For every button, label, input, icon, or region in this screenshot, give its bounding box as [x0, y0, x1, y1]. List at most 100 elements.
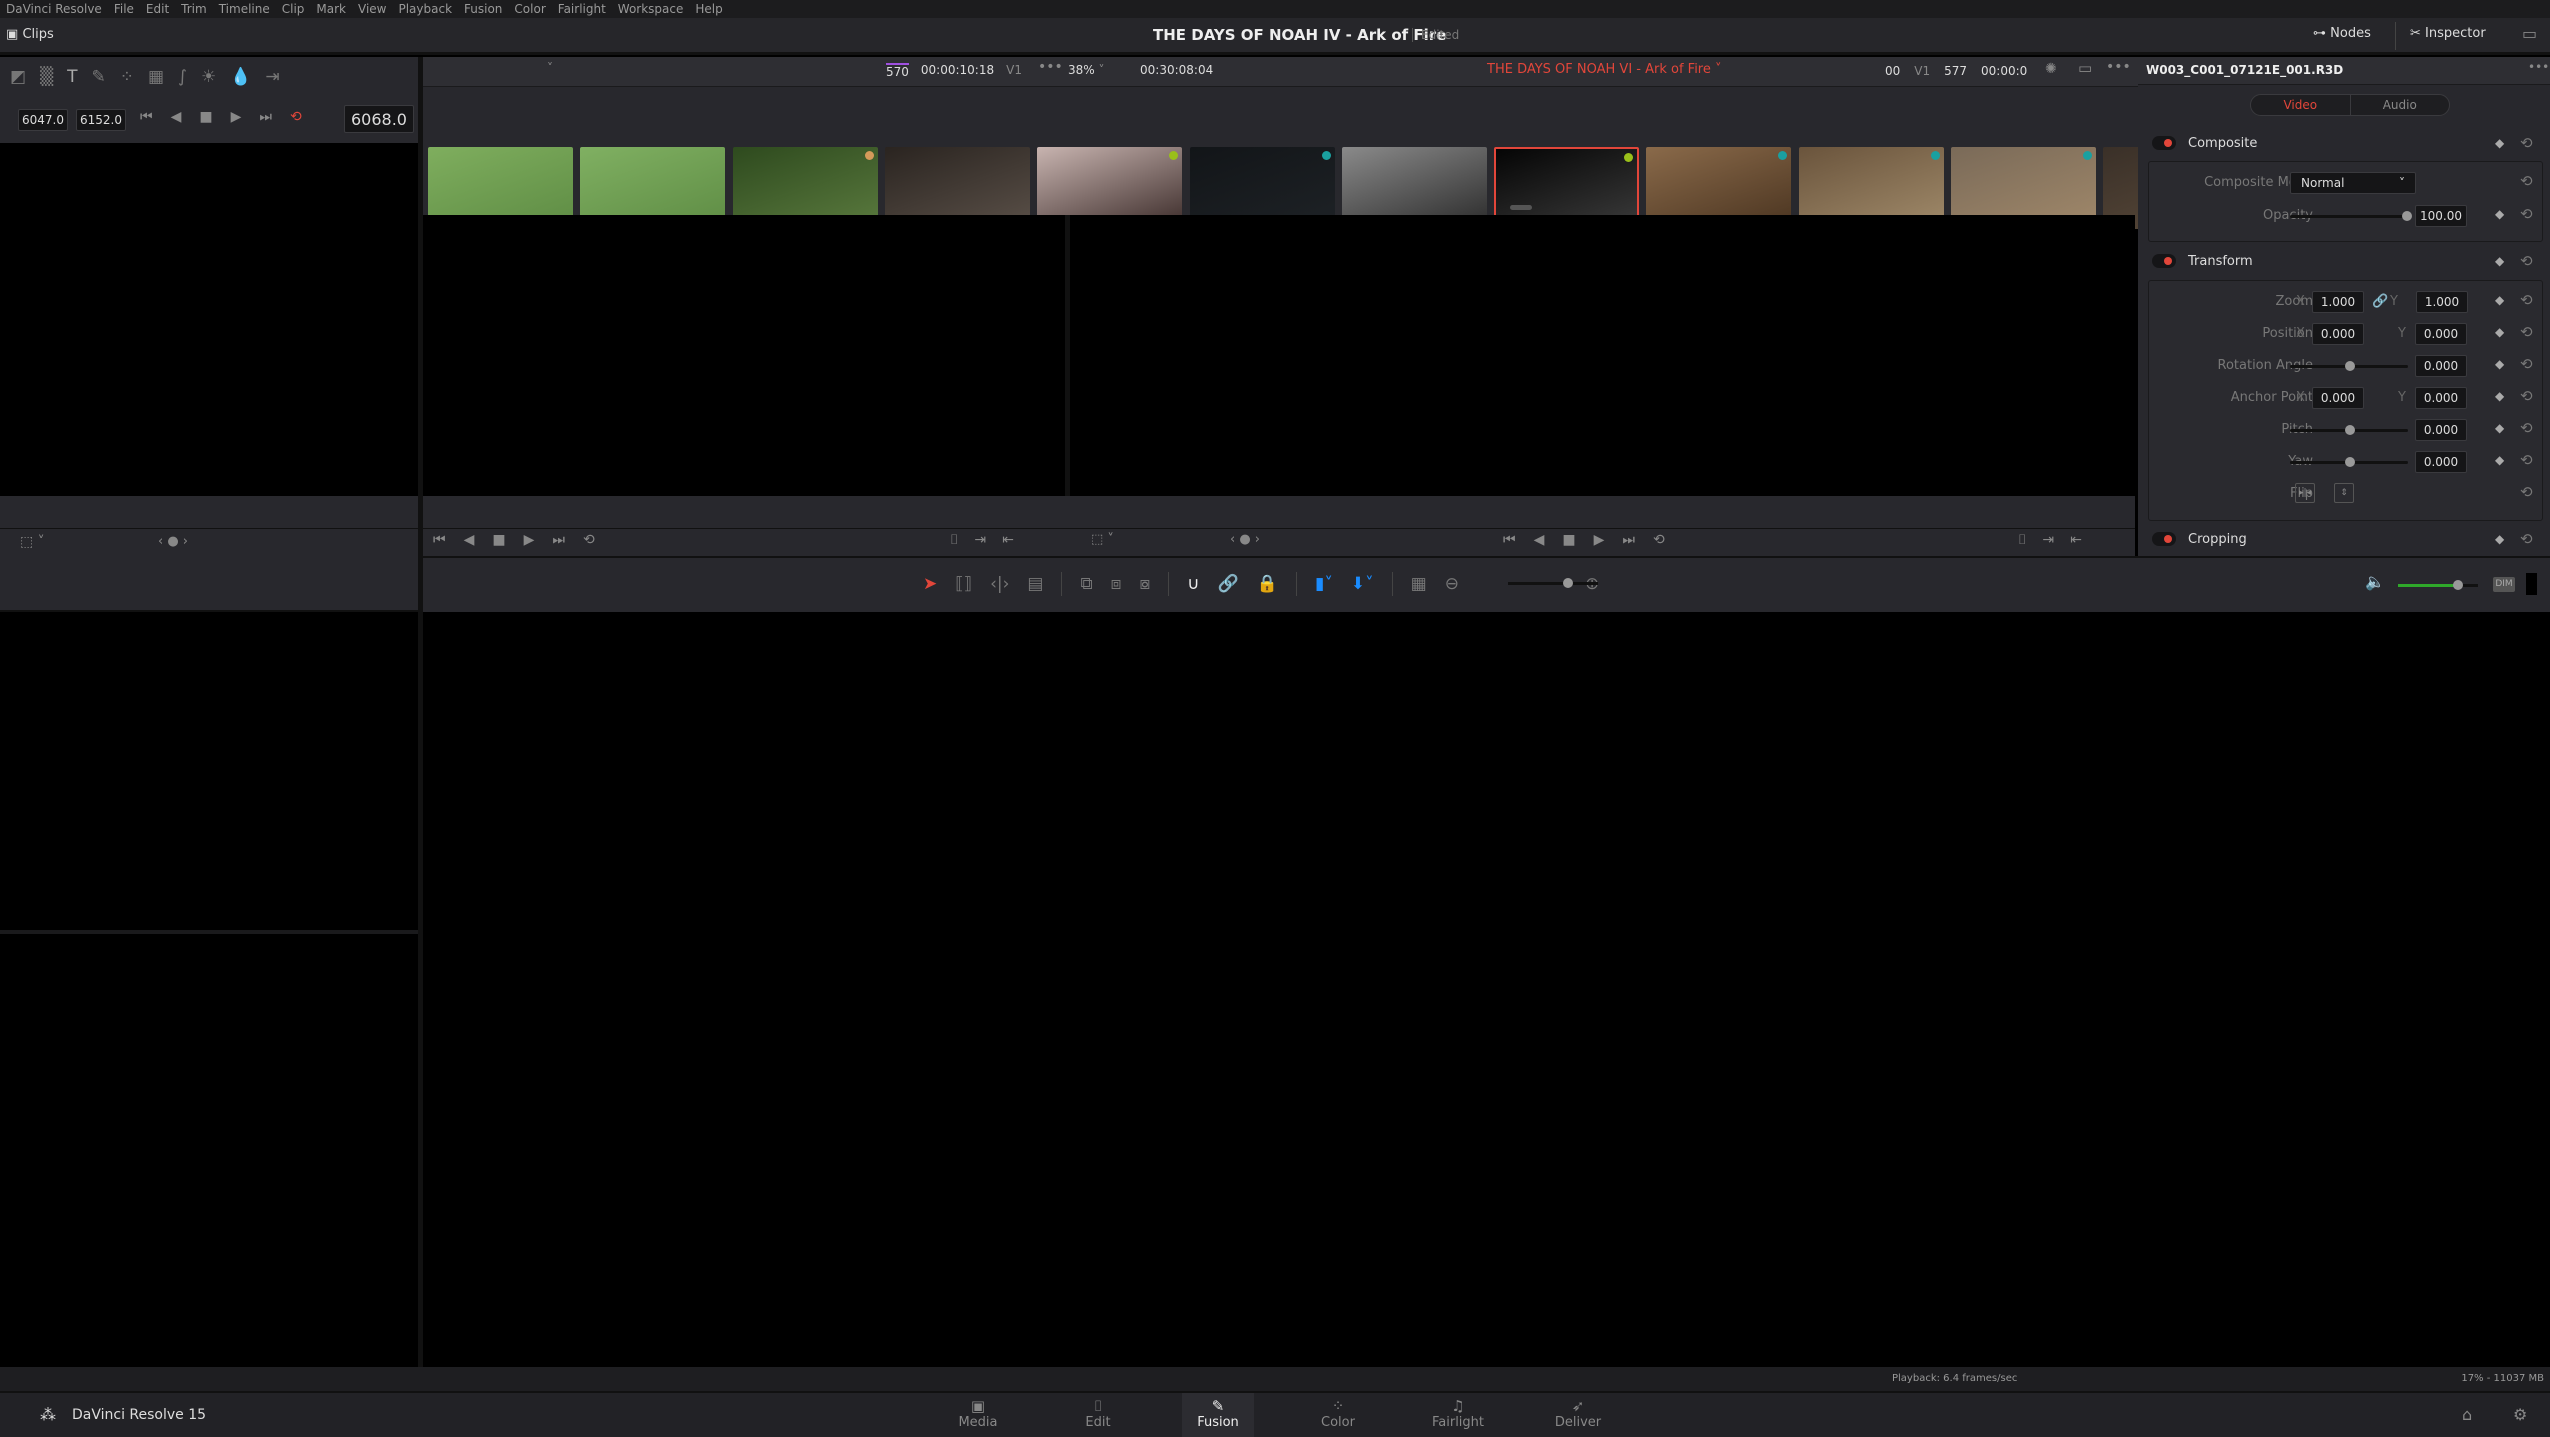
zoom-dropdown[interactable]: 38% ˅ [1068, 63, 1105, 77]
source-go-end-icon[interactable]: ⏭ [552, 532, 565, 548]
menu-color[interactable]: Color [514, 2, 545, 16]
more-options-icon[interactable]: ••• [2528, 60, 2549, 74]
timeline-viewer-options-icon[interactable]: ⬚ ˅ [1091, 532, 1114, 547]
selection-tool-icon[interactable]: ➤ [923, 574, 937, 594]
reset-icon[interactable]: ⟲ [2520, 419, 2533, 437]
composite-section-header[interactable]: Composite ◆ ⟲ [2150, 130, 2540, 158]
loop-icon[interactable]: ⟲ [290, 109, 302, 125]
rotation-field[interactable]: 0.000 [2415, 355, 2467, 377]
trim-tool-icon[interactable]: ⟦⟧ [955, 574, 972, 594]
pitch-field[interactable]: 0.000 [2415, 419, 2467, 441]
menu-timeline[interactable]: Timeline [219, 2, 270, 16]
snapping-icon[interactable]: ∪ [1187, 574, 1199, 594]
fullscreen-icon[interactable]: ▭ [2522, 24, 2537, 43]
source-step-back-icon[interactable]: ◀ [464, 532, 475, 548]
position-x-field[interactable]: 0.000 [2312, 323, 2364, 345]
timeline-zoom-slider[interactable] [1508, 578, 1598, 588]
chevron-down-icon[interactable]: ˅ [547, 61, 553, 75]
keyframe-icon[interactable]: ◆ [2495, 293, 2504, 307]
razor-icon[interactable]: ▤ [1027, 574, 1043, 594]
in-point-field[interactable]: 6047.0 [18, 109, 68, 131]
flag-icon[interactable]: ▮˅ [1315, 574, 1333, 594]
cropping-section-header[interactable]: Cropping ◆ ⟲ [2150, 526, 2540, 554]
menu-clip[interactable]: Clip [282, 2, 305, 16]
menu-workspace[interactable]: Workspace [618, 2, 684, 16]
anchor-x-field[interactable]: 0.000 [2312, 387, 2364, 409]
zoom-x-field[interactable]: 1.000 [2312, 291, 2364, 313]
inspector-button[interactable]: ✂ Inspector [2410, 26, 2486, 41]
flip-horizontal-icon[interactable]: ▸|◂ [2295, 483, 2315, 503]
cropping-enable-toggle[interactable] [2152, 532, 2176, 546]
yaw-slider[interactable] [2290, 457, 2408, 467]
reset-icon[interactable]: ⟲ [2520, 355, 2533, 373]
keyframe-icon[interactable]: ◆ [2495, 254, 2504, 268]
pitch-slider[interactable] [2290, 425, 2408, 435]
source-go-start-icon[interactable]: ⏮ [433, 532, 446, 548]
settings-gear-icon[interactable]: ⚙ [2513, 1405, 2527, 1424]
reset-icon[interactable]: ⟲ [2520, 252, 2533, 270]
color-corrector-icon[interactable]: ▦ [148, 67, 164, 87]
keyframe-icon[interactable]: ◆ [2495, 136, 2504, 150]
menu-file[interactable]: File [114, 2, 134, 16]
reset-icon[interactable]: ⟲ [2520, 323, 2533, 341]
source-play-icon[interactable]: ▶ [524, 532, 535, 548]
timeline-go-end-icon[interactable]: ⏭ [1622, 532, 1635, 548]
page-tab-media[interactable]: ▣ Media [942, 1393, 1014, 1437]
match-frame-icon[interactable]: ⌷ [950, 532, 958, 548]
timeline-play-icon[interactable]: ▶ [1594, 532, 1605, 548]
background-tool-icon[interactable]: ◩ [10, 67, 26, 87]
particles-tool-icon[interactable]: ⁘ [120, 67, 134, 87]
dim-button[interactable]: DIM [2493, 577, 2515, 592]
menu-help[interactable]: Help [695, 2, 722, 16]
viewer-mode-icon[interactable]: ▭ [2078, 59, 2092, 77]
keyframe-icon[interactable]: ◆ [2495, 389, 2504, 403]
timeline-name-dropdown[interactable]: THE DAYS OF NOAH VI - Ark of Fire ˅ [1487, 62, 1722, 77]
overwrite-clip-icon[interactable]: ⧈ [1111, 574, 1122, 594]
paint-tool-icon[interactable]: ✎ [92, 67, 106, 87]
nodes-button[interactable]: ⊶ Nodes [2313, 26, 2371, 41]
blur-tool-icon[interactable]: 💧 [230, 67, 251, 87]
reset-icon[interactable]: ⟲ [2520, 172, 2533, 190]
rotation-slider[interactable] [2290, 361, 2408, 371]
curves-tool-icon[interactable]: ∫ [178, 67, 187, 87]
menu-trim[interactable]: Trim [181, 2, 207, 16]
reset-icon[interactable]: ⟲ [2520, 134, 2533, 152]
anchor-y-field[interactable]: 0.000 [2415, 387, 2467, 409]
keyframe-icon[interactable]: ◆ [2495, 325, 2504, 339]
menu-playback[interactable]: Playback [398, 2, 452, 16]
reset-icon[interactable]: ⟲ [2520, 387, 2533, 405]
clips-button[interactable]: ▣ Clips [6, 27, 54, 42]
zoom-y-field[interactable]: 1.000 [2416, 291, 2468, 313]
play-icon[interactable]: ▶ [231, 109, 242, 125]
timeline-step-back-icon[interactable]: ◀ [1534, 532, 1545, 548]
timeline-view-options-icon[interactable]: ▦ [1411, 574, 1427, 594]
step-back-icon[interactable]: ◀ [171, 109, 182, 125]
more-options-icon[interactable]: ••• [2106, 59, 2131, 75]
blade-edit-icon[interactable]: ‹|› [990, 574, 1009, 594]
page-tab-fusion[interactable]: ✎ Fusion [1182, 1393, 1254, 1437]
reset-icon[interactable]: ⟲ [2520, 483, 2533, 501]
transform-section-header[interactable]: Transform ◆ ⟲ [2150, 248, 2540, 276]
mark-out-icon[interactable]: ⇥ [974, 532, 986, 548]
timeline-loop-icon[interactable]: ⟲ [1653, 532, 1665, 548]
composite-mode-dropdown[interactable]: Normal ˅ [2290, 172, 2416, 194]
linked-selection-icon[interactable]: 🔗 [1218, 574, 1239, 594]
menu-davinci[interactable]: DaVinci Resolve [6, 2, 102, 16]
keyframe-icon[interactable]: ◆ [2495, 421, 2504, 435]
timeline-go-start-icon[interactable]: ⏮ [1503, 532, 1516, 548]
timeline-mark-out-icon[interactable]: ⇥ [2042, 532, 2054, 548]
menu-view[interactable]: View [358, 2, 386, 16]
keyframe-icon[interactable]: ◆ [2495, 532, 2504, 546]
yaw-field[interactable]: 0.000 [2415, 451, 2467, 473]
zoom-out-icon[interactable]: ⊖ [1445, 574, 1459, 594]
reset-icon[interactable]: ⟲ [2520, 291, 2533, 309]
keyframe-icon[interactable]: ◆ [2495, 357, 2504, 371]
opacity-field[interactable]: 100.00 [2415, 205, 2467, 227]
text-tool-icon[interactable]: T [67, 67, 77, 87]
menu-mark[interactable]: Mark [316, 2, 346, 16]
page-tab-edit[interactable]: ⌷ Edit [1062, 1393, 1134, 1437]
source-stop-icon[interactable]: ■ [492, 532, 505, 548]
merge-tool-icon[interactable]: ⇥ [265, 67, 279, 87]
menu-fusion[interactable]: Fusion [464, 2, 502, 16]
menu-edit[interactable]: Edit [146, 2, 169, 16]
